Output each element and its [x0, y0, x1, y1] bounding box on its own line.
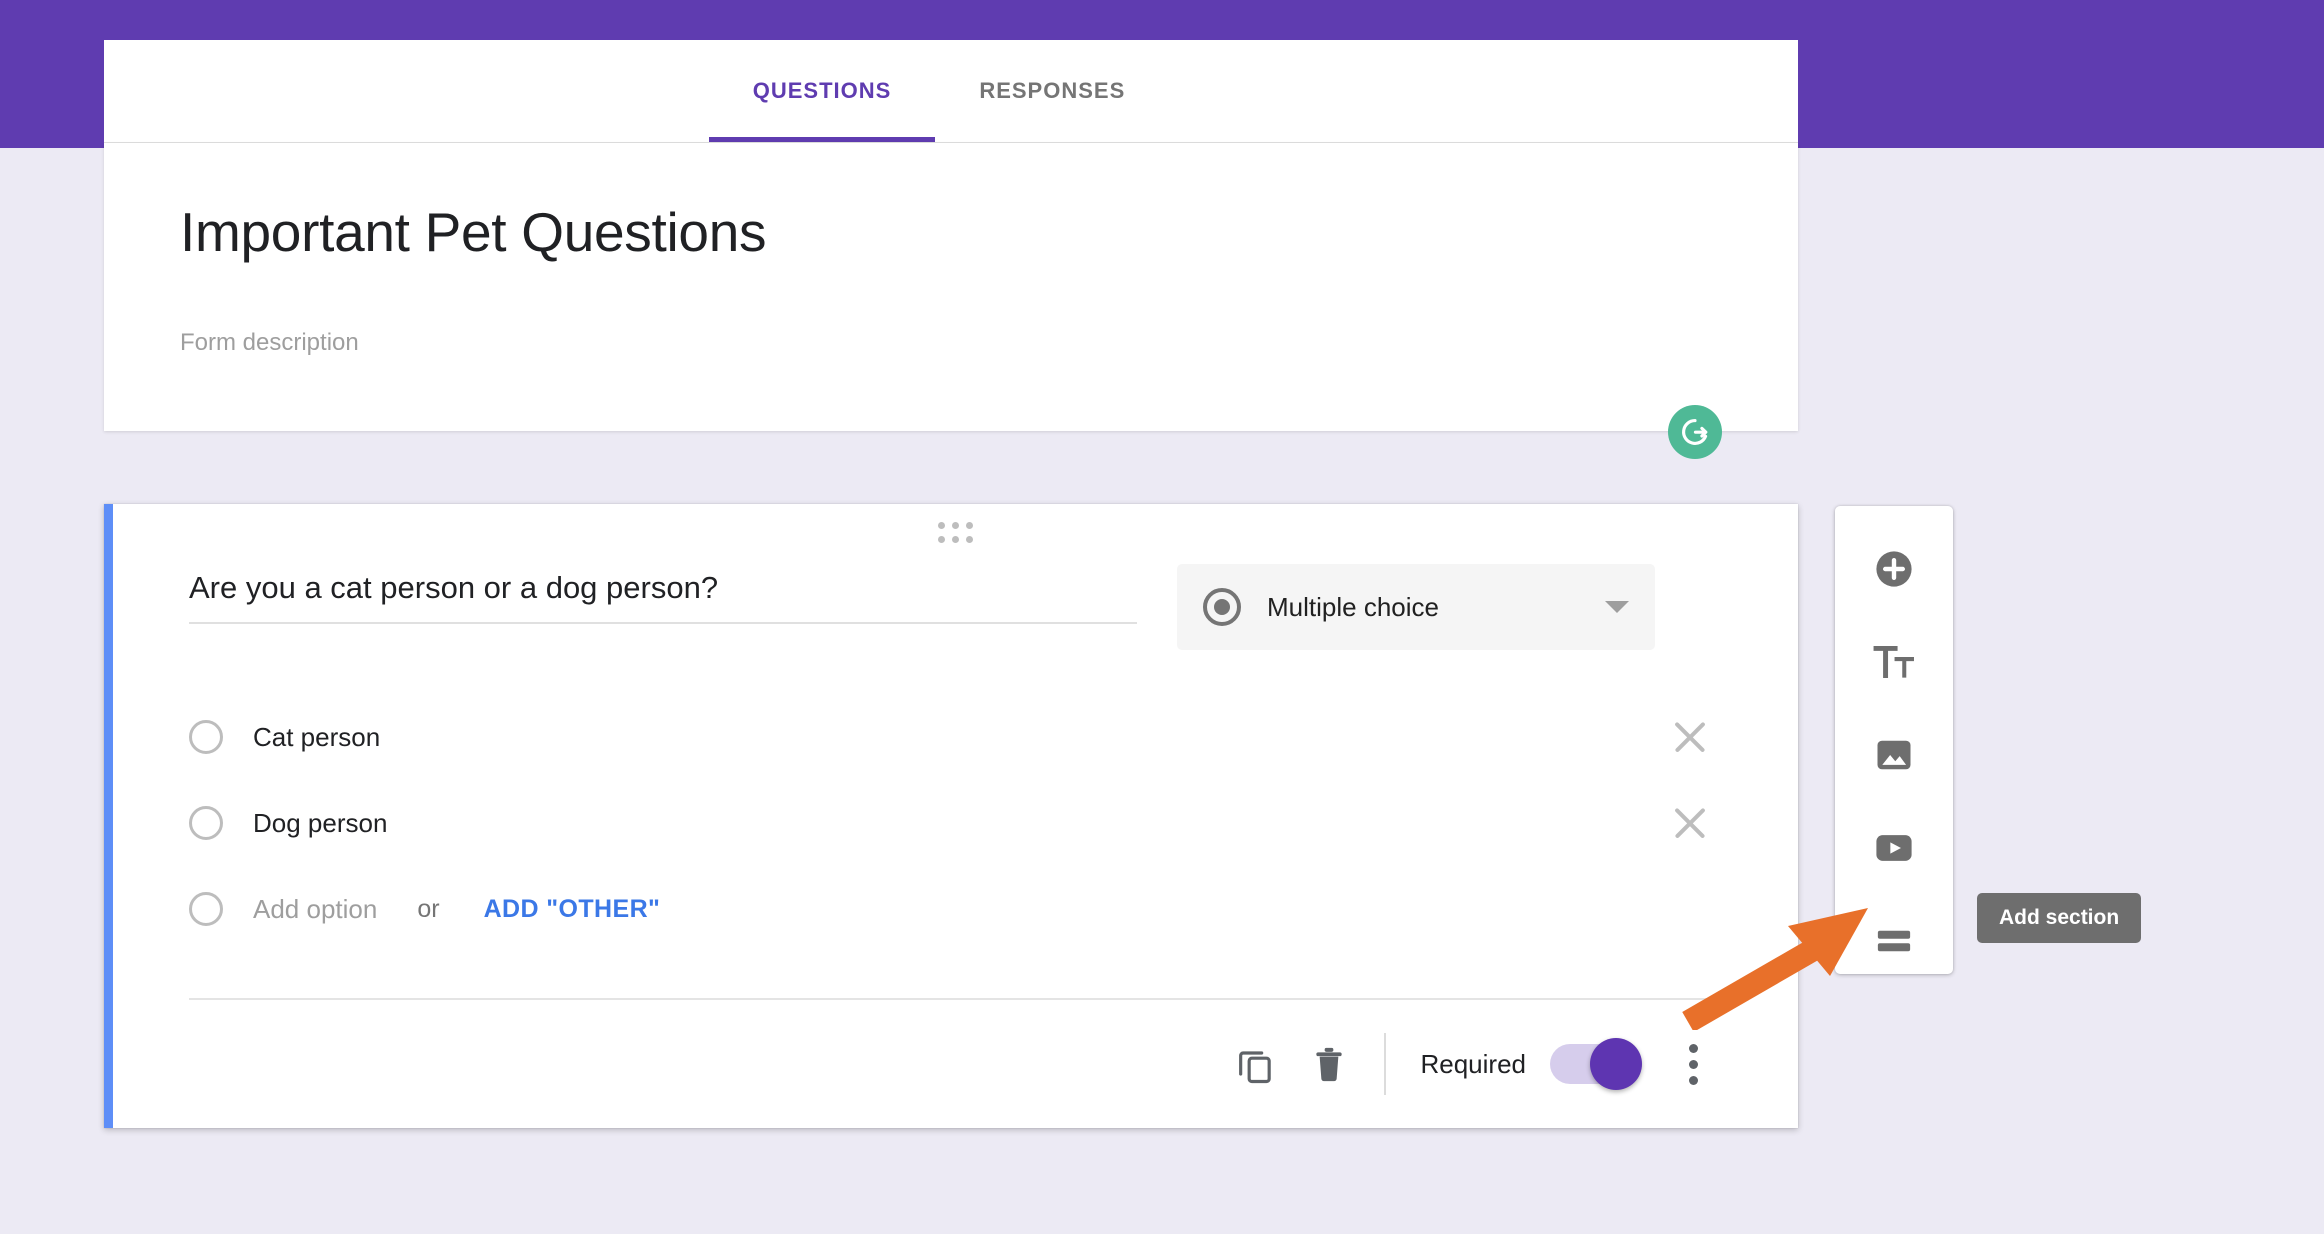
add-question-button[interactable]	[1859, 536, 1929, 601]
question-type-label: Multiple choice	[1267, 591, 1439, 622]
question-card[interactable]: Are you a cat person or a dog person? Mu…	[104, 504, 1798, 1128]
remove-option-icon[interactable]	[1668, 801, 1712, 845]
add-option-row[interactable]: Add option or ADD "OTHER"	[189, 866, 1722, 952]
remove-option-icon[interactable]	[1668, 715, 1712, 759]
options-list: Cat person Dog person Add option or ADD …	[189, 694, 1722, 952]
tooltip-label: Add section	[1999, 906, 2120, 929]
tab-responses-label: RESPONSES	[979, 78, 1126, 103]
duplicate-question-button[interactable]	[1218, 1027, 1292, 1101]
option-row[interactable]: Dog person	[189, 780, 1722, 866]
add-image-icon	[1877, 740, 1911, 770]
question-type-select[interactable]: Multiple choice	[1177, 564, 1655, 650]
form-header-card[interactable]: Important Pet Questions Form description	[104, 143, 1798, 459]
add-title-icon	[1873, 645, 1914, 678]
required-label: Required	[1420, 1048, 1526, 1079]
add-image-button[interactable]	[1859, 722, 1929, 787]
add-question-icon	[1876, 550, 1912, 587]
option-row[interactable]: Cat person	[189, 694, 1722, 780]
more-options-button[interactable]	[1664, 1027, 1722, 1101]
tab-questions[interactable]: QUESTIONS	[708, 40, 936, 142]
add-option-input[interactable]: Add option	[253, 894, 377, 925]
required-toggle[interactable]	[1550, 1038, 1642, 1090]
tab-bar: QUESTIONS RESPONSES	[104, 40, 1798, 143]
radio-button-icon	[1203, 588, 1241, 626]
add-title-button[interactable]	[1859, 629, 1929, 694]
grammarly-icon[interactable]	[1668, 405, 1722, 459]
question-title-input[interactable]: Are you a cat person or a dog person?	[189, 570, 1137, 624]
option-label[interactable]: Cat person	[253, 722, 1638, 753]
add-section-tooltip: Add section	[1977, 893, 2142, 943]
form-description-input[interactable]: Form description	[180, 329, 1722, 357]
trash-icon	[1316, 1047, 1343, 1082]
radio-unchecked-icon	[189, 720, 223, 754]
add-section-icon	[1877, 931, 1911, 952]
add-video-button[interactable]	[1859, 816, 1929, 881]
question-footer-toolbar: Required	[113, 1000, 1798, 1128]
add-other-button[interactable]: ADD "OTHER"	[484, 895, 661, 924]
form-title[interactable]: Important Pet Questions	[180, 201, 766, 274]
option-label[interactable]: Dog person	[253, 808, 1638, 839]
add-option-or-label: or	[417, 894, 440, 923]
chevron-down-icon	[1605, 601, 1629, 613]
tab-questions-label: QUESTIONS	[752, 78, 892, 103]
radio-unchecked-icon	[189, 806, 223, 840]
toolbar-separator	[1384, 1033, 1387, 1095]
add-item-toolbar	[1835, 506, 1953, 974]
radio-unchecked-icon	[189, 892, 223, 926]
delete-question-button[interactable]	[1292, 1027, 1366, 1101]
question-drag-handle[interactable]	[113, 504, 1798, 544]
add-section-button[interactable]	[1859, 909, 1929, 974]
drag-dots-icon	[938, 521, 973, 543]
form-shell: QUESTIONS RESPONSES Important Pet Questi…	[104, 40, 1798, 459]
duplicate-icon	[1239, 1051, 1272, 1084]
add-video-icon	[1876, 835, 1912, 862]
tab-responses[interactable]: RESPONSES	[935, 40, 1169, 142]
